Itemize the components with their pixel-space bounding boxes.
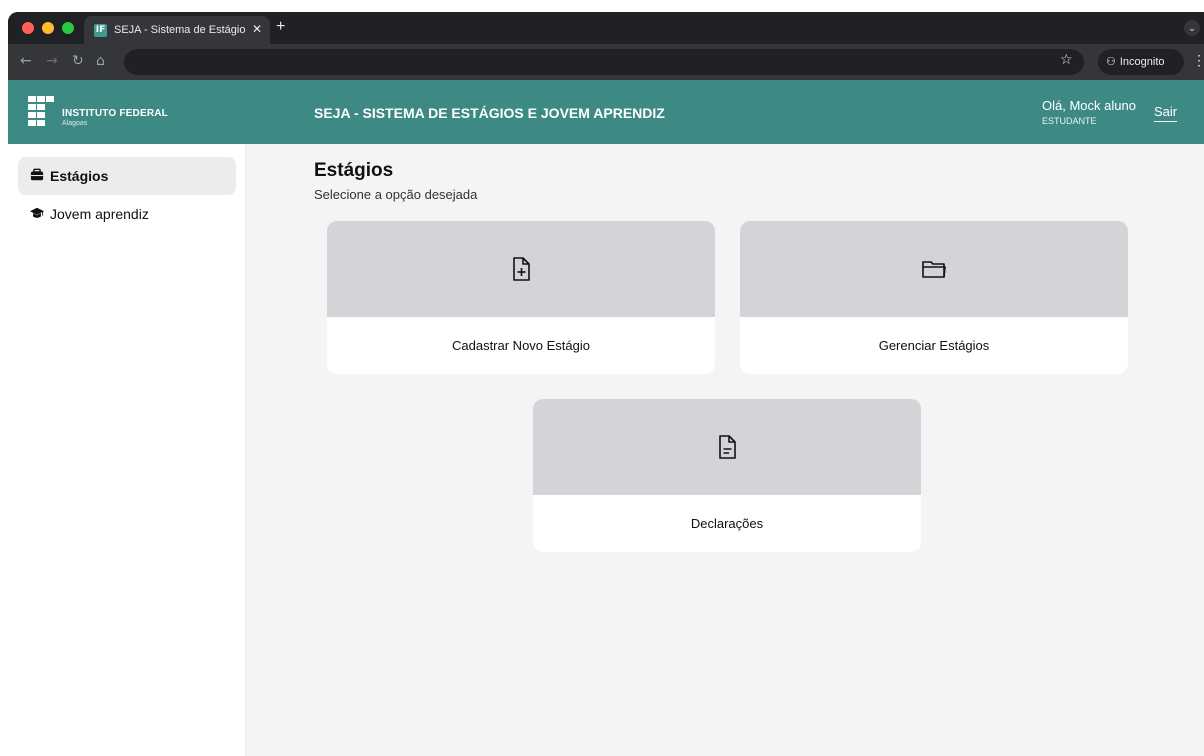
forward-icon[interactable]: → bbox=[46, 53, 58, 69]
home-icon[interactable]: ⌂ bbox=[96, 53, 105, 69]
app-title: SEJA - SISTEMA DE ESTÁGIOS E JOVEM APREN… bbox=[314, 105, 665, 121]
back-icon[interactable]: ← bbox=[20, 53, 32, 69]
web-page: INSTITUTO FEDERAL Alagoas SEJA - SISTEMA… bbox=[8, 80, 1204, 756]
sidebar-item-label: Estágios bbox=[50, 168, 109, 184]
card-label: Cadastrar Novo Estágio bbox=[451, 338, 590, 353]
close-window-button[interactable] bbox=[22, 22, 34, 34]
sidebar-item-estagios[interactable]: Estágios bbox=[18, 157, 236, 195]
card-label: Declarações bbox=[690, 516, 764, 531]
browser-window: IF SEJA - Sistema de Estágios e ✕ + ⌄ ← … bbox=[8, 12, 1204, 756]
address-bar[interactable] bbox=[124, 49, 1084, 75]
page-title: Estágios bbox=[314, 160, 394, 181]
reload-icon[interactable]: ↻ bbox=[72, 53, 84, 69]
incognito-label: Incognito bbox=[1119, 56, 1165, 68]
star-icon[interactable]: ☆ bbox=[1060, 52, 1073, 68]
minimize-window-button[interactable] bbox=[42, 22, 54, 34]
user-role: ESTUDANTE bbox=[1042, 116, 1097, 126]
card-header bbox=[533, 399, 921, 495]
page-subtitle: Selecione a opção desejada bbox=[314, 187, 478, 202]
file-plus-icon bbox=[513, 257, 530, 281]
card-gerenciar-estagios[interactable]: Gerenciar Estágios bbox=[740, 221, 1128, 374]
browser-toolbar: ← → ↻ ⌂ ☆ ⚇ Incognito ⋮ bbox=[8, 44, 1204, 80]
sidebar-item-jovem-aprendiz[interactable]: Jovem aprendiz bbox=[18, 195, 236, 233]
card-label: Gerenciar Estágios bbox=[878, 338, 990, 353]
user-greeting: Olá, Mock aluno bbox=[1042, 98, 1136, 113]
card-declaracoes[interactable]: Declarações bbox=[533, 399, 921, 552]
incognito-button[interactable]: ⚇ Incognito bbox=[1098, 49, 1184, 75]
graduation-cap-icon bbox=[30, 207, 44, 218]
logo-text: INSTITUTO FEDERAL bbox=[62, 108, 168, 119]
logo-mark-icon bbox=[28, 96, 56, 128]
favicon-icon: IF bbox=[94, 24, 107, 37]
logo[interactable]: INSTITUTO FEDERAL Alagoas bbox=[28, 96, 168, 130]
logo-subtitle: Alagoas bbox=[62, 120, 88, 127]
maximize-window-button[interactable] bbox=[62, 22, 74, 34]
card-header bbox=[740, 221, 1128, 317]
browser-tab[interactable]: IF SEJA - Sistema de Estágios e ✕ bbox=[84, 16, 270, 44]
close-icon[interactable]: ✕ bbox=[252, 22, 262, 36]
chevron-down-icon[interactable]: ⌄ bbox=[1184, 20, 1200, 36]
incognito-icon: ⚇ bbox=[1106, 55, 1116, 68]
sidebar: Estágios Jovem aprendiz bbox=[8, 144, 246, 756]
briefcase-icon bbox=[30, 168, 44, 181]
tab-bar: IF SEJA - Sistema de Estágios e ✕ + ⌄ bbox=[8, 12, 1204, 44]
tab-title: SEJA - Sistema de Estágios e bbox=[114, 24, 246, 36]
folder-icon bbox=[922, 261, 946, 278]
logout-link[interactable]: Sair bbox=[1154, 104, 1178, 122]
card-cadastrar-novo-estagio[interactable]: Cadastrar Novo Estágio bbox=[327, 221, 715, 374]
card-header bbox=[327, 221, 715, 317]
new-tab-button[interactable]: + bbox=[276, 18, 285, 36]
sidebar-item-label: Jovem aprendiz bbox=[50, 206, 149, 222]
app-header: INSTITUTO FEDERAL Alagoas SEJA - SISTEMA… bbox=[8, 80, 1204, 144]
kebab-menu-icon[interactable]: ⋮ bbox=[1192, 52, 1204, 69]
file-text-icon bbox=[719, 435, 736, 459]
